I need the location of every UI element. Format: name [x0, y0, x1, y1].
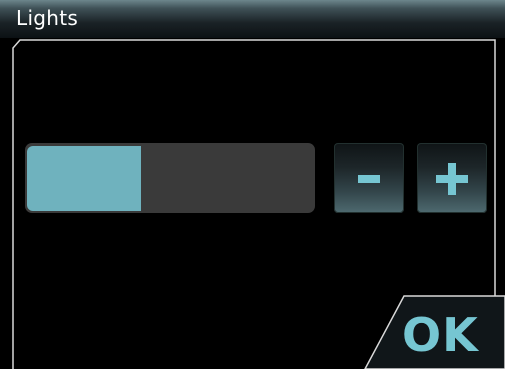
plus-icon [436, 163, 468, 195]
brightness-slider[interactable] [25, 143, 315, 213]
minus-icon [358, 175, 380, 183]
decrease-button[interactable]: - [334, 143, 404, 213]
increase-button[interactable]: + [417, 143, 487, 213]
brightness-slider-fill [27, 146, 141, 211]
lights-screen: Lights - + OK [0, 0, 505, 369]
ok-button[interactable] [365, 296, 505, 369]
